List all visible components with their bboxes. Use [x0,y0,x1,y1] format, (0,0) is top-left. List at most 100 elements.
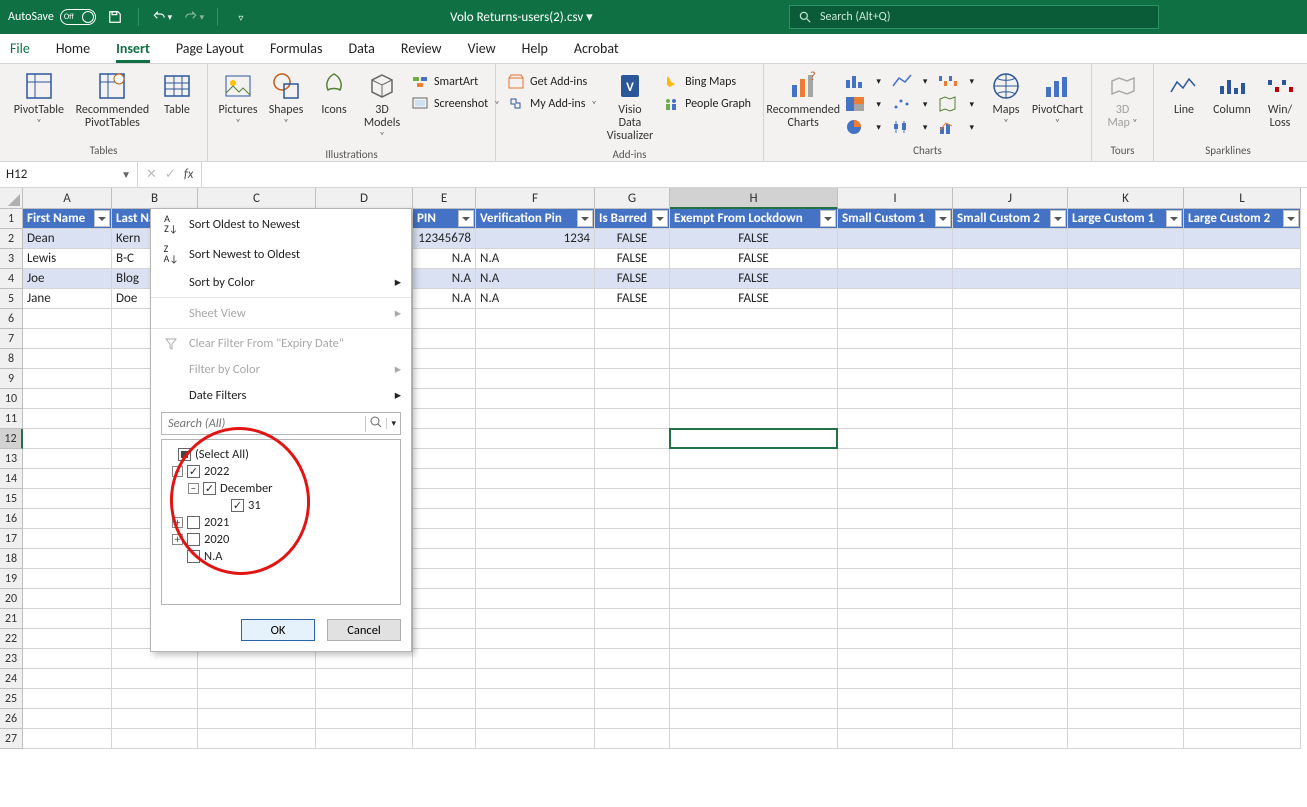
date-filters-button[interactable]: Date Filters▸ [151,382,411,408]
row-header-22[interactable]: 22 [0,629,23,649]
cell[interactable] [595,569,670,589]
row-header-7[interactable]: 7 [0,329,23,349]
cell[interactable] [953,349,1068,369]
cell[interactable] [1184,629,1301,649]
cell[interactable] [413,329,476,349]
table-header[interactable]: Verification Pin [476,209,595,229]
cell[interactable] [1184,249,1301,269]
table-header[interactable]: Small Custom 1 [838,209,953,229]
cell[interactable] [476,349,595,369]
cell[interactable] [953,569,1068,589]
checkbox[interactable] [203,482,216,495]
table-header[interactable]: Large Custom 2 [1184,209,1301,229]
search-box[interactable]: Search (Alt+Q) [789,5,1159,29]
cell[interactable] [953,269,1068,289]
cell[interactable] [838,289,953,309]
cell[interactable] [1184,269,1301,289]
cell[interactable] [670,489,838,509]
cell[interactable] [23,489,112,509]
cell[interactable] [1184,669,1301,689]
row-header-10[interactable]: 10 [0,389,23,409]
cell[interactable] [476,329,595,349]
row-header-13[interactable]: 13 [0,449,23,469]
cell[interactable]: FALSE [595,249,670,269]
row-header-11[interactable]: 11 [0,409,23,429]
sort-color-button[interactable]: Sort by Color▸ [151,269,411,295]
cell[interactable] [198,649,316,669]
cell[interactable] [23,569,112,589]
checkbox[interactable] [187,516,200,529]
cell[interactable] [595,609,670,629]
cell[interactable] [316,649,413,669]
cell[interactable] [23,449,112,469]
filter-button[interactable] [577,210,593,227]
cell[interactable] [1184,729,1301,749]
row-header-2[interactable]: 2 [0,229,23,249]
row-header-24[interactable]: 24 [0,669,23,689]
filter-button[interactable] [935,210,951,227]
table-header[interactable]: First Name [23,209,112,229]
checkbox[interactable] [187,550,200,563]
cell[interactable] [838,549,953,569]
cell[interactable] [838,729,953,749]
table-button[interactable]: Table [155,68,199,119]
row-header-1[interactable]: 1 [0,209,23,229]
cell[interactable] [413,389,476,409]
spark-col-button[interactable]: Column [1210,68,1254,119]
cell[interactable] [413,729,476,749]
cell[interactable] [953,229,1068,249]
filter-tree-node[interactable]: +2021 [168,514,394,531]
pivottable-button[interactable]: PivotTable [8,68,70,132]
tab-home[interactable]: Home [56,36,90,63]
cell[interactable] [670,549,838,569]
cell[interactable] [670,429,838,449]
cell[interactable] [595,389,670,409]
col-header-I[interactable]: I [838,188,953,209]
filter-button[interactable] [458,210,474,227]
cell[interactable] [838,409,953,429]
cell[interactable] [670,449,838,469]
cell[interactable] [1184,649,1301,669]
redo-icon[interactable]: ▾ [181,5,207,29]
spreadsheet-grid[interactable]: ABCDEFGHIJKL 123456789101112131415161718… [0,188,1307,805]
chart-hier-button[interactable]: ▾ [840,93,885,115]
cell[interactable] [595,449,670,469]
row-header-14[interactable]: 14 [0,469,23,489]
table-header[interactable]: Small Custom 2 [953,209,1068,229]
cell[interactable] [838,509,953,529]
cell[interactable] [413,689,476,709]
cell[interactable] [1068,369,1184,389]
cell[interactable] [670,529,838,549]
cell[interactable] [838,269,953,289]
3dmap-button[interactable]: 3D Map [1100,68,1145,132]
name-box[interactable]: H12▼ [0,162,138,187]
cell[interactable] [23,609,112,629]
cell[interactable] [413,609,476,629]
cell[interactable]: FALSE [670,249,838,269]
cell[interactable] [1068,489,1184,509]
cell[interactable] [1068,729,1184,749]
cell[interactable] [413,549,476,569]
cell[interactable] [838,349,953,369]
cell[interactable] [595,549,670,569]
cell[interactable] [476,509,595,529]
cell[interactable] [670,389,838,409]
cell[interactable] [595,429,670,449]
spark-line-button[interactable]: Line [1162,68,1206,119]
cell[interactable] [413,449,476,469]
cell[interactable] [1184,329,1301,349]
cell[interactable] [476,549,595,569]
cell[interactable] [413,589,476,609]
cell[interactable]: Dean [23,229,112,249]
cell[interactable] [112,729,198,749]
cell[interactable] [595,509,670,529]
row-header-8[interactable]: 8 [0,349,23,369]
cell[interactable] [838,309,953,329]
col-header-H[interactable]: H [670,188,838,209]
cell[interactable] [670,349,838,369]
row-header-9[interactable]: 9 [0,369,23,389]
cell[interactable] [316,709,413,729]
cell[interactable] [670,469,838,489]
cell[interactable] [413,489,476,509]
cell[interactable] [953,589,1068,609]
